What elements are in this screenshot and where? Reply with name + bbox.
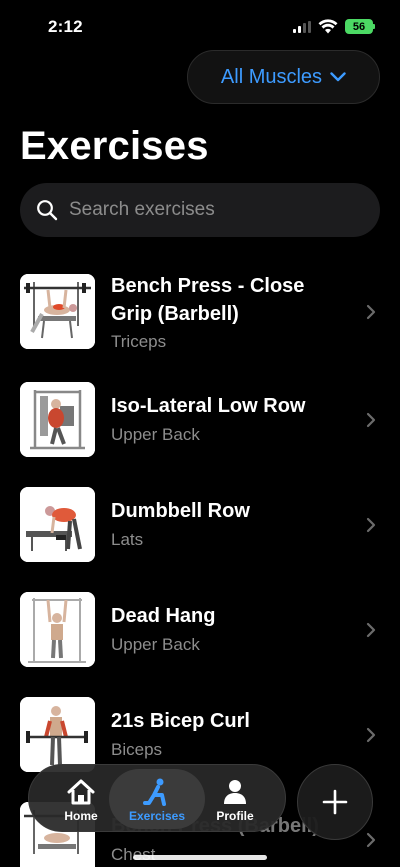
chevron-right-icon (366, 832, 376, 848)
chevron-right-icon (366, 622, 376, 638)
tab-home-label: Home (64, 809, 98, 823)
home-indicator (133, 855, 267, 860)
exercise-name: 21s Bicep Curl (111, 710, 250, 732)
tab-bar: Home Exercises Profile (28, 764, 286, 832)
house-icon (67, 779, 95, 805)
exercise-muscle: Upper Back (111, 425, 200, 444)
tab-profile-label: Profile (216, 809, 254, 823)
muscle-filter-label: All Muscles (220, 65, 323, 88)
exercise-row[interactable]: Iso-Lateral Low Row Upper Back (0, 380, 400, 460)
chevron-right-icon (366, 304, 376, 320)
exercise-muscle: Triceps (111, 332, 167, 351)
status-bar: 2:12 56 (0, 0, 400, 54)
exercise-name: Dumbbell Row (111, 500, 250, 522)
exercise-muscle: Lats (111, 530, 144, 549)
exercise-row[interactable]: Bench Press - Close Grip (Barbell) Trice… (0, 272, 400, 352)
exercise-name: Bench Press - Close Grip (Barbell) (111, 275, 305, 325)
exercise-thumbnail (20, 487, 95, 562)
exercise-row[interactable]: Dumbbell Row Lats (0, 485, 400, 565)
muscle-filter-button[interactable]: All Muscles (187, 50, 380, 104)
chevron-right-icon (366, 727, 376, 743)
chevron-right-icon (366, 517, 376, 533)
search-icon (37, 200, 58, 221)
exercise-name: Dead Hang (111, 605, 216, 627)
exercise-muscle: Upper Back (111, 635, 200, 654)
tab-profile[interactable]: Profile (187, 769, 283, 829)
search-input[interactable] (69, 199, 349, 221)
status-time: 2:12 (48, 17, 83, 36)
cellular-signal-icon (293, 21, 311, 33)
exercise-thumbnail (20, 382, 95, 457)
add-exercise-button[interactable] (297, 764, 373, 840)
person-icon (224, 780, 246, 804)
battery-tip (373, 24, 375, 29)
exercise-name: Iso-Lateral Low Row (111, 395, 306, 417)
chevron-down-icon (330, 72, 346, 82)
exercise-thumbnail (20, 592, 95, 667)
wifi-icon (318, 19, 338, 34)
exercise-figure-icon (143, 778, 166, 806)
exercise-row[interactable]: Dead Hang Upper Back (0, 590, 400, 670)
tab-exercises-label: Exercises (128, 809, 186, 823)
exercise-thumbnail (20, 274, 95, 349)
chevron-right-icon (366, 412, 376, 428)
page-title: Exercises (20, 124, 209, 168)
battery-indicator: 56 (345, 19, 373, 34)
exercise-muscle: Biceps (111, 740, 163, 759)
exercise-row[interactable]: 21s Bicep Curl Biceps (0, 695, 400, 775)
search-bar[interactable] (20, 183, 380, 237)
plus-icon (322, 789, 348, 815)
exercise-thumbnail (20, 697, 95, 772)
